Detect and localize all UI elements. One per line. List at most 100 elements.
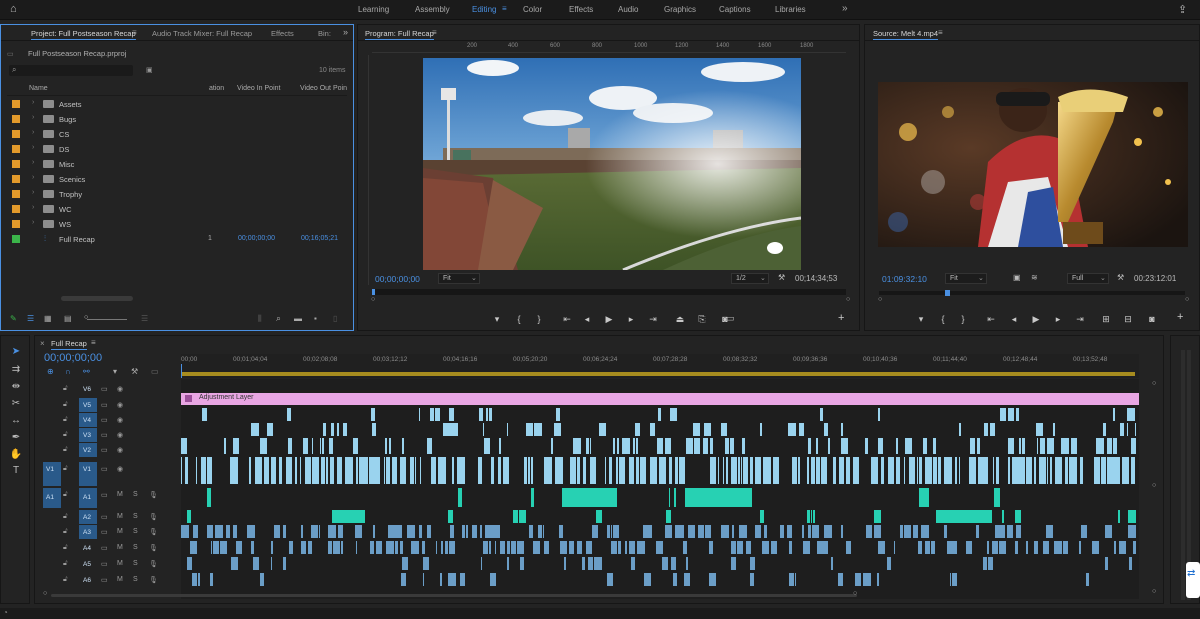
audio-clip[interactable]: [624, 541, 627, 554]
video-clip[interactable]: [326, 457, 328, 484]
audio-clip[interactable]: [219, 541, 227, 554]
pen-tool-icon[interactable]: ✒: [9, 431, 23, 445]
video-clip[interactable]: [449, 408, 455, 421]
track-target[interactable]: V3: [79, 428, 97, 442]
eye-icon[interactable]: ◉: [117, 401, 123, 409]
audio-clip[interactable]: [1007, 525, 1014, 538]
audio-clip[interactable]: [687, 525, 695, 538]
audio-clip[interactable]: [761, 541, 769, 554]
audio-clip[interactable]: [542, 525, 544, 538]
audio-clip[interactable]: [497, 525, 501, 538]
play-icon[interactable]: ▶: [1030, 313, 1042, 325]
audio-clip[interactable]: [480, 557, 482, 570]
sync-lock-icon[interactable]: ▭: [101, 416, 108, 424]
compare-view-icon[interactable]: ▭: [726, 313, 735, 324]
video-clip[interactable]: [754, 457, 761, 484]
video-clip[interactable]: [1053, 423, 1055, 436]
video-clip[interactable]: [304, 457, 312, 484]
video-clip[interactable]: [1008, 457, 1011, 484]
audio-clip[interactable]: [460, 573, 466, 586]
video-clip[interactable]: [185, 457, 189, 484]
video-clip[interactable]: [636, 457, 639, 484]
audio-clip[interactable]: [1114, 541, 1116, 554]
list-item[interactable]: › WS: [7, 217, 347, 232]
video-clip[interactable]: [741, 438, 745, 454]
audio-clip[interactable]: [999, 541, 1006, 554]
video-clip[interactable]: [878, 408, 881, 421]
lock-icon[interactable]: 🔓︎: [63, 446, 68, 454]
audio-clip[interactable]: [673, 488, 676, 507]
audio-clip[interactable]: [855, 573, 861, 586]
video-clip[interactable]: [385, 457, 391, 484]
audio-clip[interactable]: [1105, 557, 1108, 570]
mic-icon[interactable]: 🎙︎: [149, 513, 158, 521]
audio-clip[interactable]: [771, 541, 778, 554]
v-scroll-mid-icon[interactable]: ○: [1152, 482, 1156, 489]
video-clip[interactable]: [321, 457, 326, 484]
video-clip[interactable]: [437, 457, 446, 484]
audio-clip[interactable]: [190, 541, 197, 554]
video-clip[interactable]: [457, 457, 465, 484]
audio-clip[interactable]: [954, 541, 957, 554]
solo-button[interactable]: S: [133, 513, 138, 520]
audio-clip[interactable]: [737, 541, 743, 554]
audio-clip[interactable]: [209, 573, 214, 586]
audio-clip[interactable]: [448, 541, 456, 554]
audio-clip[interactable]: [679, 525, 684, 538]
video-clip[interactable]: [815, 457, 821, 484]
scroll-end-icon[interactable]: ○: [1185, 296, 1189, 303]
audio-clip[interactable]: [307, 541, 313, 554]
video-clip[interactable]: [345, 457, 354, 484]
video-clip[interactable]: [323, 423, 326, 436]
audio-clip[interactable]: [589, 541, 593, 554]
video-clip[interactable]: [827, 438, 831, 454]
mute-button[interactable]: M: [117, 491, 123, 498]
audio-clip[interactable]: [206, 488, 212, 507]
audio-clip[interactable]: [1129, 525, 1136, 538]
video-clip[interactable]: [896, 438, 899, 454]
video-clip[interactable]: [249, 457, 252, 484]
video-clip[interactable]: [628, 457, 635, 484]
automate-icon[interactable]: ⫼: [258, 314, 262, 324]
audio-clip[interactable]: [492, 525, 497, 538]
scroll-end-icon[interactable]: ○: [846, 296, 850, 303]
video-clip[interactable]: [201, 457, 206, 484]
zoom-in-icon[interactable]: ○: [853, 590, 857, 597]
program-video-frame[interactable]: [423, 58, 801, 270]
workspace-menu-icon[interactable]: ≡: [502, 4, 507, 13]
video-clip[interactable]: [1011, 457, 1017, 484]
go-to-in-icon[interactable]: ⇤: [561, 313, 573, 325]
video-clip[interactable]: [832, 457, 836, 484]
audio-clip[interactable]: [838, 573, 843, 586]
audio-clip[interactable]: [450, 525, 455, 538]
tab-bin[interactable]: Bin:: [318, 29, 331, 38]
program-resolution-select[interactable]: 1/2 ⌄: [731, 273, 769, 284]
video-clip[interactable]: [544, 457, 552, 484]
audio-clip[interactable]: [803, 541, 810, 554]
audio-clip[interactable]: [845, 541, 851, 554]
video-clip[interactable]: [635, 438, 638, 454]
video-clip[interactable]: [1040, 438, 1046, 454]
audio-clip[interactable]: [812, 525, 819, 538]
video-clip[interactable]: [703, 423, 712, 436]
video-clip[interactable]: [989, 423, 996, 436]
video-clip[interactable]: [749, 457, 754, 484]
new-item-icon[interactable]: ▪: [314, 314, 317, 323]
audio-clip[interactable]: [311, 525, 319, 538]
razor-tool-icon[interactable]: ✂: [9, 397, 23, 411]
scroll-start-icon[interactable]: ○: [371, 296, 375, 303]
captions-icon[interactable]: ▭: [151, 367, 159, 376]
play-icon[interactable]: ▶: [603, 313, 615, 325]
video-clip[interactable]: [267, 423, 274, 436]
audio-clip[interactable]: [471, 525, 477, 538]
video-clip[interactable]: [905, 438, 912, 454]
video-clip[interactable]: [554, 457, 563, 484]
audio-clip[interactable]: [411, 541, 419, 554]
video-clip[interactable]: [977, 438, 981, 454]
audio-clip[interactable]: [730, 557, 736, 570]
audio-clip[interactable]: [495, 541, 497, 554]
lock-icon[interactable]: 🔓︎: [63, 385, 68, 393]
audio-clip[interactable]: [668, 488, 671, 507]
video-clip[interactable]: [679, 457, 685, 484]
video-clip[interactable]: [1036, 438, 1038, 454]
